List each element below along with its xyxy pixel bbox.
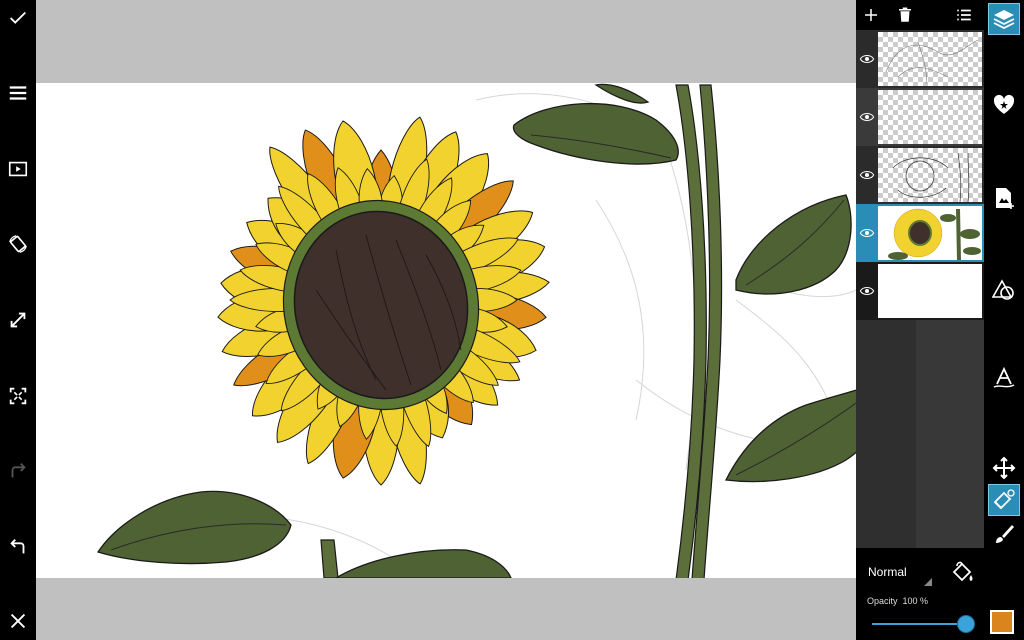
layer-item[interactable] [856, 30, 984, 88]
redo-icon [11, 463, 26, 478]
eye-icon [859, 112, 875, 122]
confirm-button[interactable] [0, 0, 36, 36]
eraser-tool-button[interactable] [988, 484, 1020, 516]
redo-button[interactable] [0, 453, 36, 489]
eye-icon [859, 54, 875, 64]
eye-icon [859, 228, 875, 238]
text-icon [993, 366, 1015, 388]
move-icon [992, 456, 1016, 480]
favorites-button[interactable] [988, 89, 1020, 121]
rotate-icon [9, 235, 27, 253]
close-icon [10, 613, 26, 629]
shapes-button[interactable] [988, 274, 1020, 306]
opacity-value: 100 % [902, 596, 929, 606]
layer-item[interactable] [856, 146, 984, 204]
layer-thumbnail[interactable] [878, 264, 982, 318]
opacity-slider-thumb[interactable] [957, 615, 975, 633]
layer-thumbnail[interactable] [878, 32, 982, 86]
dropdown-caret-icon [924, 578, 932, 586]
layer-options-button[interactable] [953, 4, 975, 26]
undo-icon [10, 539, 25, 554]
layers-icon [993, 10, 1015, 30]
opacity-slider-track[interactable] [872, 623, 966, 625]
fill-button[interactable] [948, 560, 976, 588]
resize-icon [10, 312, 26, 328]
list-icon [957, 9, 971, 21]
opacity-label: Opacity 100 % [867, 596, 928, 606]
layers-panel [856, 0, 984, 640]
add-layer-button[interactable] [860, 4, 882, 26]
panel-filler [916, 320, 984, 548]
line-art-thumbnail [892, 152, 970, 202]
sunflower-artwork [96, 83, 856, 578]
layers-header [856, 0, 984, 30]
canvas-area[interactable] [36, 0, 856, 640]
fit-screen-button[interactable] [0, 378, 36, 414]
menu-icon [9, 86, 27, 100]
heart-star-icon [993, 94, 1015, 114]
playback-button[interactable] [0, 151, 36, 187]
layer-visibility-toggle[interactable] [856, 146, 878, 204]
layer-thumbnail[interactable] [878, 148, 982, 202]
play-icon [8, 161, 28, 177]
layer-visibility-toggle[interactable] [856, 204, 878, 262]
layer-visibility-toggle[interactable] [856, 262, 878, 320]
layer-item[interactable] [856, 88, 984, 146]
add-icon [865, 9, 877, 21]
shapes-icon [992, 279, 1014, 300]
opacity-label-text: Opacity [867, 596, 898, 606]
current-color-swatch[interactable] [990, 610, 1014, 634]
check-icon [10, 11, 26, 24]
blend-mode-select[interactable]: Normal [868, 565, 907, 579]
delete-layer-button[interactable] [894, 4, 916, 26]
eye-icon [859, 286, 875, 296]
left-toolbar [0, 0, 36, 640]
fit-screen-icon [9, 387, 27, 405]
brush-icon [996, 525, 1014, 543]
drawing-canvas[interactable] [36, 83, 856, 578]
rotate-button[interactable] [0, 226, 36, 262]
layer-item[interactable] [856, 262, 984, 320]
layer-visibility-toggle[interactable] [856, 88, 878, 146]
paint-bucket-icon [952, 561, 973, 582]
eye-icon [859, 170, 875, 180]
right-toolbar [984, 0, 1024, 640]
sunflower-thumbnail [888, 208, 981, 260]
layer-item-selected[interactable] [856, 204, 984, 262]
layers-button[interactable] [988, 3, 1020, 35]
resize-button[interactable] [0, 302, 36, 338]
text-button[interactable] [988, 362, 1020, 394]
move-tool-button[interactable] [988, 452, 1020, 484]
blend-panel: Normal Opacity 100 % [856, 548, 984, 640]
add-image-button[interactable] [988, 182, 1020, 214]
close-button[interactable] [0, 603, 36, 639]
undo-button[interactable] [0, 529, 36, 565]
sketch-thumbnail [885, 39, 979, 85]
layer-thumbnail[interactable] [878, 90, 982, 144]
layer-visibility-toggle[interactable] [856, 30, 878, 88]
add-image-icon [996, 188, 1014, 209]
menu-button[interactable] [0, 75, 36, 111]
brush-tool-button[interactable] [988, 518, 1020, 550]
eraser-icon [993, 489, 1015, 510]
trash-icon [899, 7, 911, 22]
layer-thumbnail[interactable] [878, 206, 982, 260]
